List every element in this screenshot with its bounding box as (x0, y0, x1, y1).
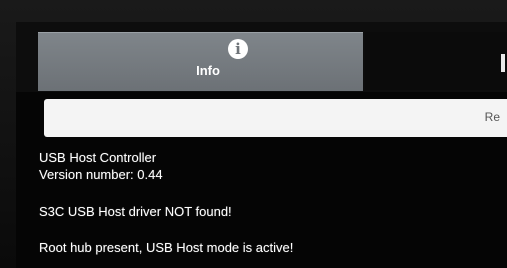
info-icon: i (228, 39, 248, 59)
tab-bar: i Info (16, 22, 507, 92)
tab-next[interactable] (365, 32, 507, 90)
hub-status: Root hub present, USB Host mode is activ… (39, 240, 294, 255)
app-screen: i Info Re USB Host Controller Version nu… (16, 22, 507, 268)
tab-next-icon (501, 54, 505, 72)
controller-title: USB Host Controller (39, 150, 157, 165)
tab-info[interactable]: i Info (38, 32, 363, 91)
driver-status: S3C USB Host driver NOT found! (39, 204, 232, 219)
tab-info-label: Info (196, 63, 220, 78)
action-bar-label: Re (484, 110, 500, 124)
action-bar-button[interactable]: Re (44, 99, 507, 137)
version-number: Version number: 0.44 (39, 167, 163, 182)
